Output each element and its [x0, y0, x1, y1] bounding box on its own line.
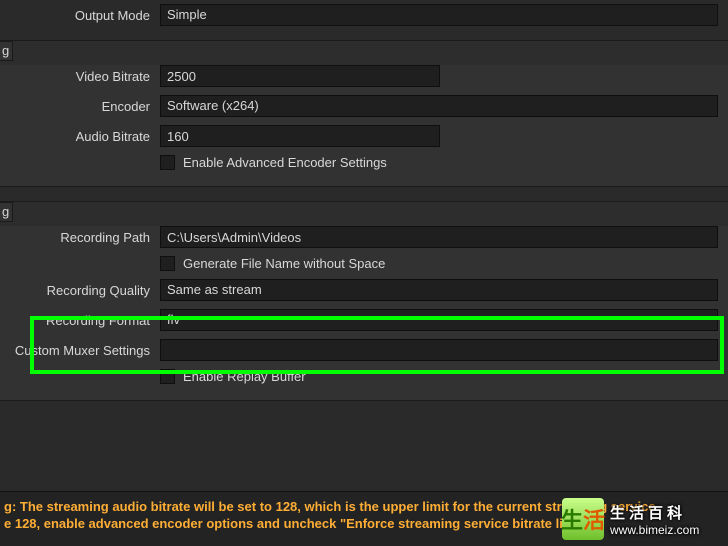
encoder-select[interactable]: Software (x264) — [160, 95, 718, 117]
gen-filename-checkbox[interactable] — [160, 256, 175, 271]
replay-buffer-checkbox[interactable] — [160, 369, 175, 384]
audio-bitrate-label: Audio Bitrate — [0, 129, 160, 144]
encoder-label: Encoder — [0, 99, 160, 114]
output-mode-row: Output Mode Simple — [0, 4, 728, 26]
video-bitrate-spinner — [160, 65, 440, 87]
recording-quality-row: Recording Quality Same as stream — [0, 279, 728, 301]
streaming-tab-char: g — [2, 43, 9, 58]
replay-buffer-label: Enable Replay Buffer — [183, 369, 306, 384]
enable-adv-label: Enable Advanced Encoder Settings — [183, 155, 387, 170]
recording-section-body: Recording Path Generate File Name withou… — [0, 226, 728, 400]
recording-section: g Recording Path Generate File Name with… — [0, 201, 728, 401]
video-bitrate-input[interactable] — [160, 65, 440, 87]
enable-adv-checkbox[interactable] — [160, 155, 175, 170]
recording-quality-label: Recording Quality — [0, 283, 160, 298]
custom-muxer-row: Custom Muxer Settings — [0, 339, 728, 361]
recording-tab-char: g — [2, 204, 9, 219]
output-mode-block: Output Mode Simple — [0, 0, 728, 26]
recording-quality-value: Same as stream — [167, 282, 262, 297]
replay-buffer-row[interactable]: Enable Replay Buffer — [160, 369, 728, 384]
video-bitrate-label: Video Bitrate — [0, 69, 160, 84]
output-mode-select[interactable]: Simple — [160, 4, 718, 26]
recording-format-label: Recording Format — [0, 313, 160, 328]
recording-format-value: flv — [167, 312, 180, 327]
recording-path-row: Recording Path — [0, 226, 728, 248]
streaming-section-body: Video Bitrate Encoder Software (x264) Au… — [0, 65, 728, 186]
audio-bitrate-input[interactable] — [160, 125, 440, 147]
warning-footer: g: The streaming audio bitrate will be s… — [0, 491, 728, 546]
warning-line-1: g: The streaming audio bitrate will be s… — [4, 498, 724, 515]
recording-path-input[interactable] — [160, 226, 718, 248]
output-mode-value: Simple — [167, 7, 207, 22]
encoder-value: Software (x264) — [167, 98, 259, 113]
warning-line-2: e 128, enable advanced encoder options a… — [4, 515, 724, 532]
audio-bitrate-row: Audio Bitrate — [0, 125, 728, 147]
gen-filename-row[interactable]: Generate File Name without Space — [160, 256, 728, 271]
recording-quality-select[interactable]: Same as stream — [160, 279, 718, 301]
streaming-section: g Video Bitrate Encoder Software (x264) … — [0, 40, 728, 187]
encoder-row: Encoder Software (x264) — [0, 95, 728, 117]
recording-format-row: Recording Format flv — [0, 309, 728, 331]
enable-adv-row[interactable]: Enable Advanced Encoder Settings — [160, 155, 728, 170]
recording-format-select[interactable]: flv — [160, 309, 718, 331]
recording-path-label: Recording Path — [0, 230, 160, 245]
streaming-section-tab: g — [0, 41, 13, 61]
recording-section-tab: g — [0, 202, 13, 222]
output-mode-label: Output Mode — [0, 8, 160, 23]
video-bitrate-row: Video Bitrate — [0, 65, 728, 87]
gen-filename-label: Generate File Name without Space — [183, 256, 385, 271]
audio-bitrate-spinner — [160, 125, 440, 147]
custom-muxer-input[interactable] — [160, 339, 718, 361]
custom-muxer-label: Custom Muxer Settings — [0, 343, 160, 358]
